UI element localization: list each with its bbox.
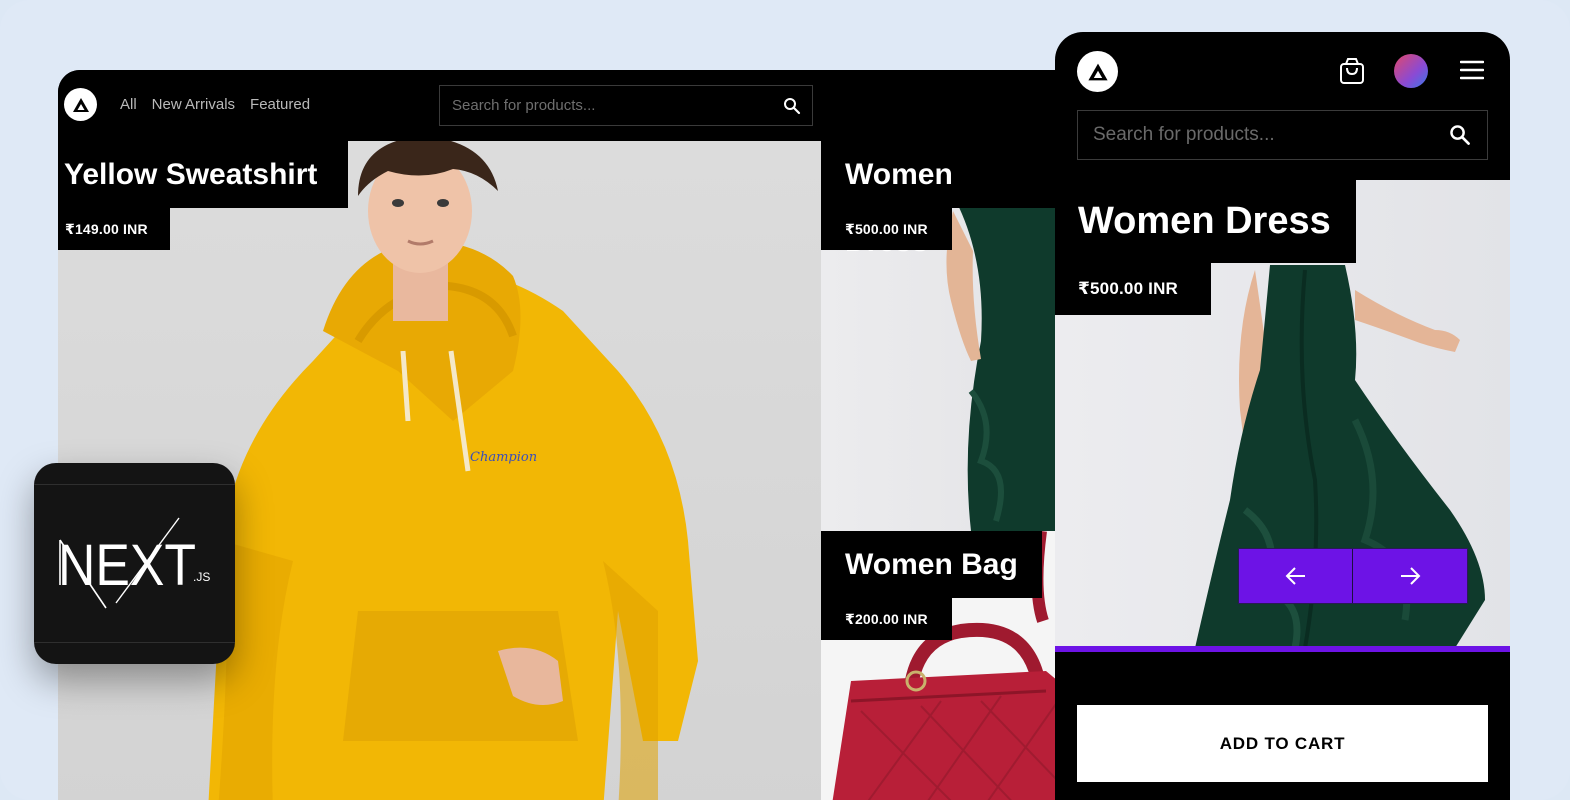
logo-icon[interactable] bbox=[1077, 51, 1118, 92]
previous-image-button[interactable] bbox=[1239, 549, 1353, 603]
desktop-search-input[interactable] bbox=[440, 86, 772, 125]
arrow-right-icon bbox=[1401, 567, 1421, 585]
hamburger-menu-icon[interactable] bbox=[1459, 60, 1485, 80]
desktop-navbar: All New Arrivals Featured bbox=[58, 70, 1058, 141]
mobile-storefront: Women Dress ₹500.00 INR ADD TO CART bbox=[1055, 32, 1510, 800]
desktop-storefront: All New Arrivals Featured Search for pro… bbox=[58, 70, 1058, 800]
arrow-left-icon bbox=[1285, 567, 1305, 585]
svg-text:Champion: Champion bbox=[470, 450, 537, 465]
nav-links: All New Arrivals Featured bbox=[120, 96, 310, 113]
product-title: Women Dress bbox=[1055, 180, 1356, 263]
product-title: Yellow Sweatshirt bbox=[58, 141, 348, 208]
search-icon[interactable] bbox=[1432, 111, 1487, 159]
nav-link-new-arrivals[interactable]: New Arrivals bbox=[152, 96, 235, 113]
desktop-search-bar bbox=[439, 85, 813, 126]
avatar[interactable] bbox=[1394, 54, 1428, 88]
add-to-cart-button[interactable]: ADD TO CART bbox=[1077, 705, 1488, 782]
nextjs-badge: NEXT .JS bbox=[34, 463, 235, 664]
mobile-product-gallery: Women Dress ₹500.00 INR bbox=[1055, 180, 1510, 648]
logo-icon[interactable] bbox=[64, 88, 97, 121]
product-price: ₹500.00 INR bbox=[821, 208, 952, 250]
canvas: All New Arrivals Featured Search for pro… bbox=[0, 0, 1570, 800]
product-tile-women-bag[interactable]: Women Bag ₹200.00 INR bbox=[821, 531, 1058, 800]
nav-link-all[interactable]: All bbox=[120, 96, 137, 113]
mobile-search-bar bbox=[1077, 110, 1488, 160]
product-price: ₹500.00 INR bbox=[1055, 263, 1211, 315]
product-tile-women-dress[interactable]: Women Dress ₹500.00 INR bbox=[821, 141, 1058, 531]
mobile-search-input[interactable] bbox=[1078, 111, 1432, 159]
product-price: ₹149.00 INR bbox=[58, 208, 170, 250]
nav-link-featured[interactable]: Featured bbox=[250, 96, 310, 113]
nextjs-logo-icon: NEXT .JS bbox=[58, 517, 210, 609]
product-title: Women Bag bbox=[821, 531, 1042, 598]
product-title: Women Dress bbox=[821, 141, 1058, 258]
product-price: ₹200.00 INR bbox=[821, 598, 952, 640]
search-icon[interactable] bbox=[772, 86, 812, 125]
next-image-button[interactable] bbox=[1353, 549, 1467, 603]
accent-bar bbox=[1055, 646, 1510, 652]
gallery-arrows bbox=[1238, 548, 1468, 604]
shopping-bag-icon[interactable] bbox=[1337, 56, 1367, 86]
badge-suffix: .JS bbox=[193, 570, 210, 584]
